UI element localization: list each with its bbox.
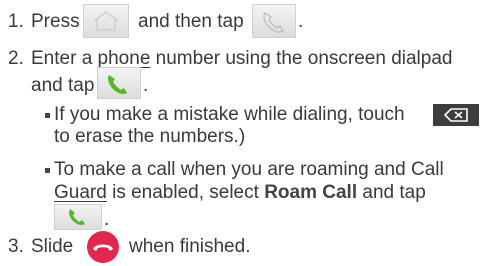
bold-text: Roam Call — [264, 182, 358, 203]
underlined-text: Guard — [54, 182, 107, 203]
step-number: 1. — [8, 11, 24, 32]
step-number: 2. — [8, 48, 24, 69]
step-text: Slide — [31, 236, 74, 257]
bullet-text: To make a call when you are roaming and … — [54, 159, 444, 180]
step-text: . — [298, 11, 304, 32]
bullet-text: . — [104, 209, 110, 230]
underlined-text: phone — [97, 48, 151, 69]
step-text: and then tap — [138, 11, 244, 32]
home-key-icon — [83, 4, 129, 38]
call-green-icon — [54, 204, 102, 230]
bullet-text: Guard is enabled, select Roam Call and t… — [54, 182, 426, 203]
step-text: Press — [31, 11, 80, 32]
bullet-text: to erase the numbers.) — [54, 126, 246, 147]
step-text: when finished. — [129, 236, 251, 257]
bullet-marker — [45, 168, 50, 173]
step-text: . — [143, 75, 149, 96]
end-call-red-icon — [87, 231, 119, 263]
step-number: 3. — [8, 236, 24, 257]
call-green-icon — [97, 67, 141, 99]
step-text: Enter a phone number using the onscreen … — [31, 48, 453, 69]
bullet-marker — [45, 113, 50, 118]
step-text: and tap — [31, 75, 95, 96]
phone-handset-outline-icon — [252, 4, 296, 38]
backspace-icon — [433, 104, 479, 126]
bullet-text: If you make a mistake while dialing, tou… — [54, 104, 405, 125]
